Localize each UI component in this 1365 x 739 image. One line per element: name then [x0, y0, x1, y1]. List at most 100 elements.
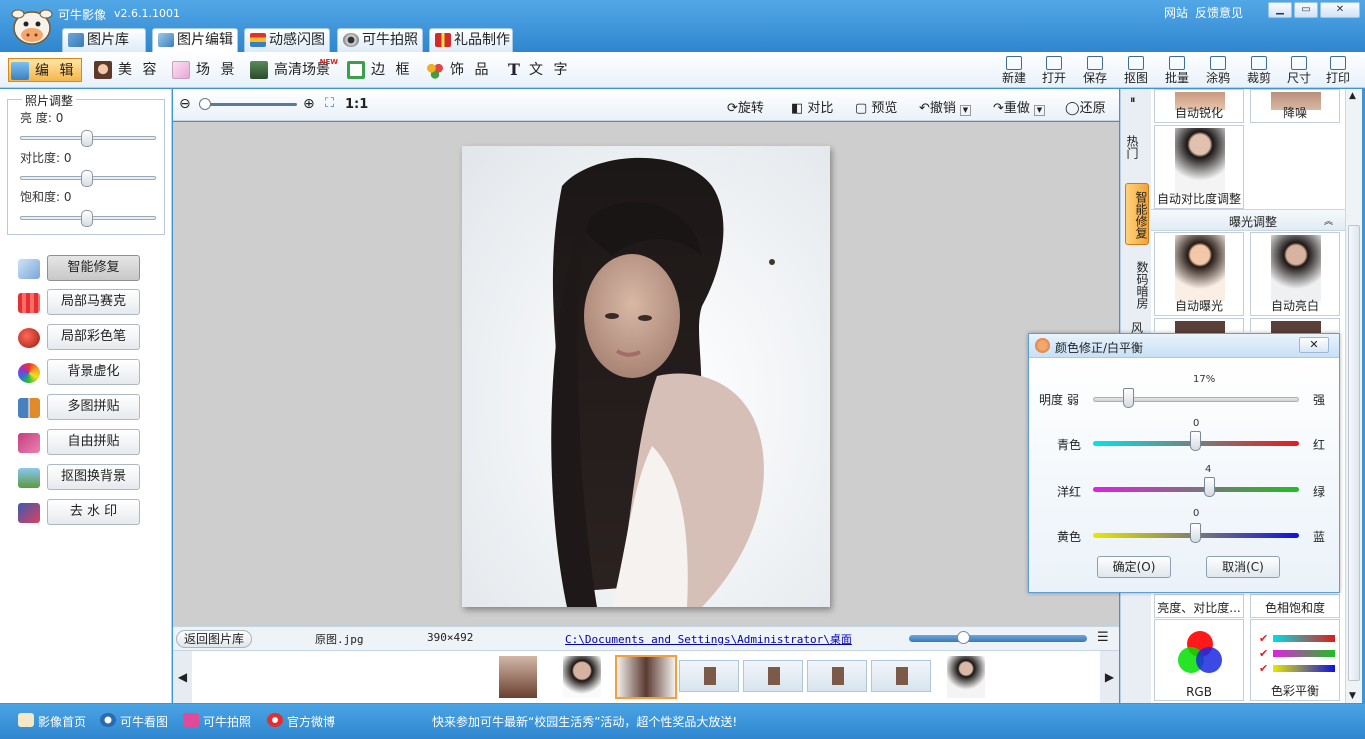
scroll-up-icon[interactable]: ▲: [1349, 91, 1356, 101]
thumbnail-item[interactable]: [807, 660, 867, 692]
zoom-thumb[interactable]: [199, 98, 211, 110]
brightness-thumb[interactable]: [81, 130, 93, 147]
tab-edit-picture[interactable]: 图片编辑: [152, 28, 238, 53]
preview-button[interactable]: ▢ 预览: [855, 97, 897, 116]
resize-button[interactable]: 尺寸: [1282, 54, 1316, 86]
cyan-red-thumb[interactable]: [1190, 431, 1201, 451]
redo-dropdown-icon[interactable]: ▼: [1033, 105, 1045, 116]
cutout-button[interactable]: 抠图: [1119, 54, 1153, 86]
effect-brightness-contrast[interactable]: 亮度、对比度...: [1154, 594, 1244, 618]
save-button[interactable]: 保存: [1078, 54, 1112, 86]
thumbnail-item[interactable]: [947, 656, 985, 698]
effect-auto-exposure[interactable]: 自动曝光: [1154, 232, 1244, 316]
thumbnail-item[interactable]: [871, 660, 931, 692]
brightness-slider[interactable]: [20, 130, 156, 147]
exposure-section-header[interactable]: 曝光调整 ︽: [1151, 209, 1345, 231]
thumbnail-size-thumb[interactable]: [957, 631, 970, 644]
yellow-blue-thumb[interactable]: [1190, 523, 1201, 543]
print-button[interactable]: 打印: [1321, 54, 1355, 86]
effects-scrollbar[interactable]: ▲ ▼: [1345, 89, 1362, 703]
subtab-decoration[interactable]: 饰 品: [424, 58, 494, 82]
actual-size-button[interactable]: 1:1: [345, 97, 368, 112]
yellow-blue-slider[interactable]: [1093, 523, 1299, 543]
saturation-slider[interactable]: [20, 210, 156, 227]
cancel-button[interactable]: 取消(C): [1206, 556, 1280, 578]
contrast-slider[interactable]: [20, 170, 156, 187]
zoom-out-icon[interactable]: ⊖: [179, 96, 191, 112]
multi-collage-button[interactable]: 多图拼贴: [47, 394, 140, 420]
effect-auto-contrast[interactable]: 自动对比度调整: [1154, 125, 1244, 209]
thumbnail-item[interactable]: [743, 660, 803, 692]
cyan-red-slider[interactable]: [1093, 431, 1299, 451]
open-button[interactable]: 打开: [1037, 54, 1071, 86]
subtab-edit[interactable]: 编 辑: [8, 58, 82, 82]
new-button[interactable]: 新建: [997, 54, 1031, 86]
undo-button[interactable]: ↶撤销 ▼: [919, 97, 971, 116]
zoom-slider[interactable]: [199, 98, 297, 110]
smart-repair-button[interactable]: 智能修复: [47, 255, 140, 281]
tab-flash-image[interactable]: 动感闪图: [244, 28, 330, 52]
effect-rgb[interactable]: RGB: [1154, 619, 1244, 701]
mosaic-button[interactable]: 局部马赛克: [47, 289, 140, 315]
subtab-scene[interactable]: 场 景: [170, 58, 240, 82]
tab-gift[interactable]: 礼品制作: [429, 28, 513, 52]
change-background-button[interactable]: 抠图换背景: [47, 464, 140, 490]
color-pen-button[interactable]: 局部彩色笔: [47, 324, 140, 350]
fit-screen-icon[interactable]: ⛶: [325, 96, 334, 111]
thumbnail-item[interactable]: [563, 656, 601, 698]
subtab-beauty[interactable]: 美 容: [92, 58, 162, 82]
announcement-link[interactable]: 快来参加可牛最新“校园生活秀”活动，超个性奖品大放送!: [432, 713, 737, 730]
doodle-button[interactable]: 涂鸦: [1201, 54, 1235, 86]
minimize-button[interactable]: ▁: [1268, 2, 1292, 18]
remove-watermark-button[interactable]: 去 水 印: [47, 499, 140, 525]
close-button[interactable]: ✕: [1320, 2, 1360, 18]
website-link[interactable]: 网站: [1164, 4, 1188, 21]
rotate-button[interactable]: ⟳旋转: [727, 97, 764, 116]
blur-background-button[interactable]: 背景虚化: [47, 359, 140, 385]
thumbnail-item-selected[interactable]: [615, 655, 677, 699]
thumbnail-item[interactable]: [679, 660, 739, 692]
canvas-area[interactable]: [173, 122, 1119, 626]
saturation-thumb[interactable]: [81, 210, 93, 227]
edited-photo[interactable]: [462, 146, 830, 607]
restore-button[interactable]: ▭: [1294, 2, 1318, 18]
redo-button[interactable]: ↷重做 ▼: [993, 97, 1045, 116]
strip-menu-icon[interactable]: ☰: [1097, 630, 1109, 645]
undo-dropdown-icon[interactable]: ▼: [959, 105, 971, 116]
strip-next-icon[interactable]: ▶: [1100, 651, 1119, 703]
effect-auto-brighten[interactable]: 自动亮白: [1250, 232, 1340, 316]
zoom-in-icon[interactable]: ⊕: [303, 96, 315, 112]
ok-button[interactable]: 确定(O): [1097, 556, 1171, 578]
viewer-link[interactable]: 可牛看图: [100, 713, 168, 730]
scroll-down-icon[interactable]: ▼: [1349, 691, 1356, 701]
subtab-frame[interactable]: 边 框: [345, 58, 415, 82]
collapse-section-icon[interactable]: ︽: [1324, 214, 1333, 227]
magenta-green-thumb[interactable]: [1204, 477, 1216, 497]
weibo-link[interactable]: 官方微博: [267, 713, 335, 730]
file-path-link[interactable]: C:\Documents and Settings\Administrator\…: [565, 631, 852, 647]
effect-color-balance[interactable]: ✔ ✔ ✔ 色彩平衡: [1250, 619, 1340, 701]
thumbnail-item[interactable]: [499, 656, 537, 698]
strip-prev-icon[interactable]: ◀: [173, 651, 192, 703]
magenta-green-slider[interactable]: [1093, 477, 1299, 497]
crop-button[interactable]: 裁剪: [1242, 54, 1276, 86]
scroll-thumb[interactable]: [1348, 225, 1360, 681]
batch-button[interactable]: 批量: [1160, 54, 1194, 86]
effect-auto-sharpen[interactable]: 自动锐化: [1154, 89, 1244, 123]
subtab-text[interactable]: T 文 字: [503, 58, 573, 82]
lightness-slider[interactable]: [1093, 388, 1299, 408]
camera-link[interactable]: 可牛拍照: [183, 713, 251, 730]
collapse-panel-icon[interactable]: ⏸: [1130, 93, 1136, 107]
compare-button[interactable]: ◧ 对比: [791, 97, 833, 116]
tab-gallery[interactable]: 图片库: [62, 28, 146, 52]
category-hot[interactable]: 热门: [1125, 117, 1149, 175]
category-digital-darkroom[interactable]: 数码暗房: [1125, 253, 1149, 315]
subtab-hd-scene[interactable]: 高清场景 NEW: [248, 58, 338, 82]
effect-denoise[interactable]: 降噪: [1250, 89, 1340, 123]
home-link[interactable]: 影像首页: [18, 713, 86, 730]
contrast-thumb[interactable]: [81, 170, 93, 187]
category-smart-repair[interactable]: 智能修复: [1125, 183, 1149, 245]
tab-camera[interactable]: 可牛拍照: [337, 28, 423, 52]
effect-hue-saturation[interactable]: 色相饱和度: [1250, 594, 1340, 618]
thumbnail-size-slider[interactable]: [909, 631, 1087, 644]
